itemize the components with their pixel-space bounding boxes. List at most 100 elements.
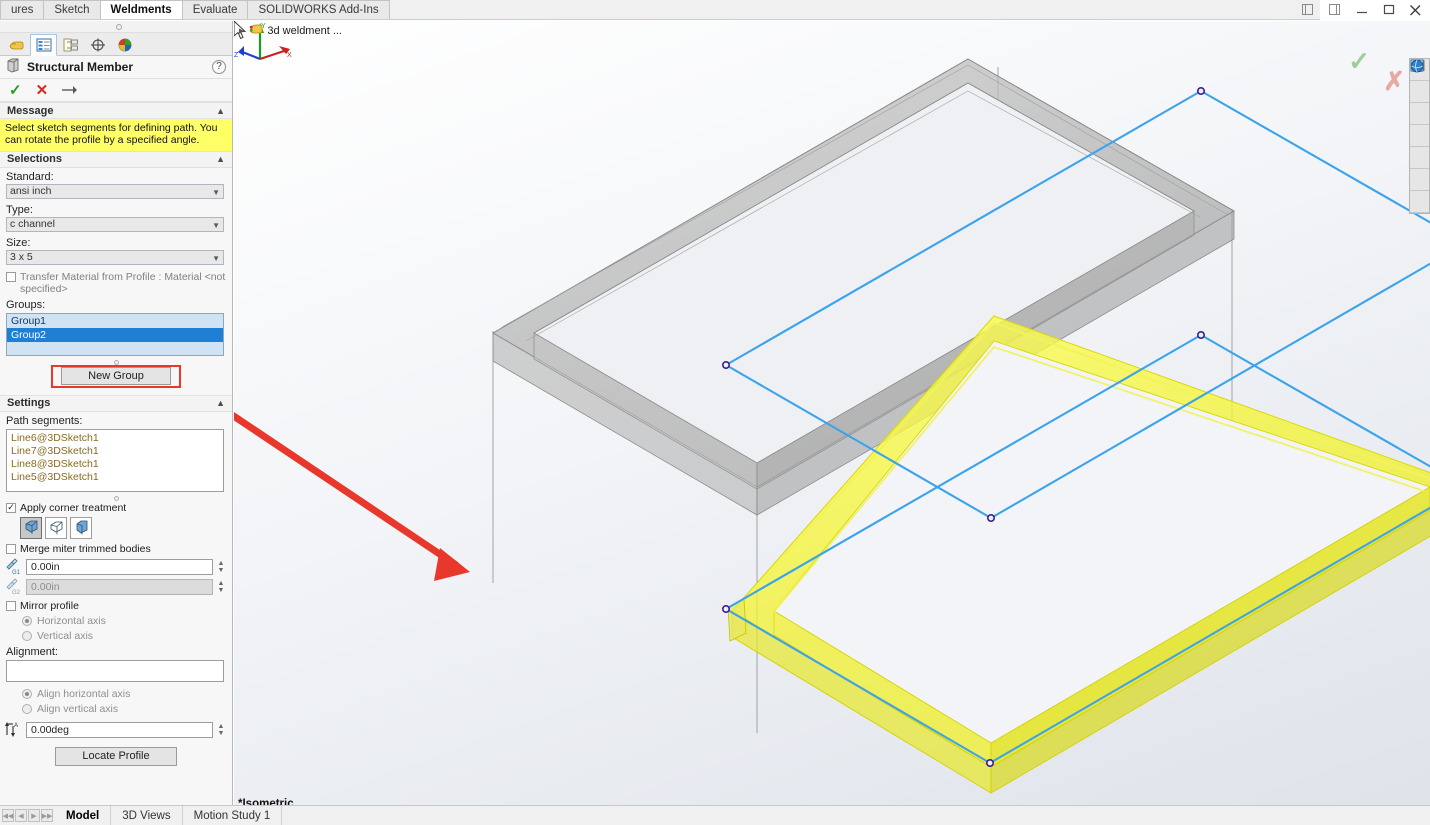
chevron-up-icon[interactable]: ▲ — [216, 106, 225, 116]
tab-evaluate[interactable]: Evaluate — [181, 0, 249, 19]
merge-miter-row[interactable]: Merge miter trimmed bodies — [0, 539, 232, 556]
feature-tree-flyout[interactable]: ▶ 3d weldment ... — [234, 21, 354, 41]
command-manager-tabs: ures Sketch Weldments Evaluate SOLIDWORK… — [0, 0, 1320, 20]
last-icon[interactable]: ▶▶ — [41, 809, 53, 822]
tab-model[interactable]: Model — [55, 806, 112, 825]
type-select-wrap: c channel ▼ — [6, 216, 224, 232]
groups-resize-grip[interactable] — [0, 356, 232, 365]
custom-properties-icon[interactable] — [1410, 59, 1429, 191]
size-label: Size: — [6, 236, 31, 249]
solidworks-forum-icon[interactable] — [1410, 59, 1429, 213]
size-select[interactable]: 3 x 5 ▼ — [6, 249, 224, 265]
weldment-model[interactable] — [234, 21, 1430, 805]
transfer-material-checkbox[interactable] — [6, 271, 16, 282]
rotation-angle-input[interactable]: 0.00deg — [26, 721, 213, 738]
alignment-selection-box[interactable] — [6, 660, 224, 683]
gap1-input[interactable]: 0.00in — [26, 558, 213, 575]
mirror-profile-checkbox[interactable] — [6, 601, 16, 611]
mirror-profile-row[interactable]: Mirror profile — [0, 596, 232, 613]
list-item-group1[interactable]: Group1 — [7, 313, 223, 328]
chevron-down-icon[interactable]: ▼ — [212, 219, 220, 232]
merge-miter-label: Merge miter trimmed bodies — [20, 542, 151, 555]
apply-corner-treatment-row[interactable]: Apply corner treatment — [0, 501, 232, 515]
design-library-icon[interactable] — [1410, 59, 1429, 103]
standard-select[interactable]: ansi inch ▼ — [6, 183, 224, 199]
previous-icon[interactable]: ◀ — [15, 809, 27, 822]
panel-pin-dot[interactable] — [116, 24, 122, 30]
mirror-horizontal-row[interactable]: Horizontal axis — [0, 613, 232, 628]
list-item[interactable]: Line6@3DSketch1 — [11, 432, 219, 445]
end-butt1-icon[interactable] — [45, 516, 67, 539]
feature-tree-root-label[interactable]: 3d weldment ... — [267, 25, 342, 37]
minimize-icon[interactable] — [1353, 2, 1370, 17]
apply-corner-treatment-checkbox[interactable] — [6, 502, 16, 513]
list-item[interactable]: Line8@3DSketch1 — [11, 458, 219, 471]
file-explorer-icon[interactable] — [1410, 61, 1429, 125]
help-icon[interactable]: ? — [212, 60, 226, 74]
maximize-icon[interactable] — [1380, 2, 1397, 17]
mirror-vertical-row[interactable]: Vertical axis — [0, 628, 232, 643]
align-vertical-radio[interactable] — [22, 704, 32, 715]
message-section-header[interactable]: Message ▲ — [0, 102, 232, 119]
structural-member-icon — [6, 58, 20, 76]
gap1-stepper[interactable]: ▲ ▼ — [216, 560, 226, 574]
merge-miter-checkbox[interactable] — [6, 543, 16, 554]
restore-right-icon[interactable] — [1326, 2, 1343, 17]
close-icon[interactable] — [1407, 2, 1424, 17]
view-palette-icon[interactable] — [1410, 60, 1429, 147]
restore-left-icon[interactable] — [1299, 2, 1316, 17]
new-group-button[interactable]: New Group — [61, 366, 171, 385]
next-icon[interactable]: ▶ — [28, 809, 40, 822]
svg-text:G2: G2 — [12, 590, 21, 595]
chevron-up-icon[interactable]: ▲ — [216, 398, 225, 408]
mirror-vertical-radio[interactable] — [22, 631, 32, 642]
type-select[interactable]: c channel ▼ — [6, 216, 224, 232]
groups-listbox[interactable]: Group1 Group2 — [6, 312, 224, 356]
settings-section-label: Settings — [7, 397, 51, 410]
dimxpert-manager-tab[interactable] — [84, 34, 111, 56]
graphics-viewport[interactable]: ▼ ▼ ▼ ▼ ▼ ✓ ✗ — [234, 21, 1430, 805]
keep-visible-pin-button[interactable] — [62, 83, 78, 98]
chevron-down-icon[interactable]: ▼ — [212, 252, 220, 265]
tab-features[interactable]: ures — [0, 0, 45, 19]
svg-text:Z: Z — [234, 52, 239, 59]
feature-manager-tab[interactable] — [3, 34, 30, 56]
list-item-group2[interactable]: Group2 — [7, 327, 223, 342]
selections-section-header[interactable]: Selections ▲ — [0, 150, 232, 168]
apply-corner-treatment-label: Apply corner treatment — [20, 501, 127, 514]
path-segments-resize-grip[interactable] — [0, 492, 232, 501]
align-horizontal-radio[interactable] — [22, 689, 32, 700]
tab-solidworks-add-ins[interactable]: SOLIDWORKS Add-Ins — [247, 0, 390, 19]
accept-button[interactable]: ✓ — [9, 83, 22, 98]
page-title: Structural Member — [27, 60, 134, 74]
tab-weldments[interactable]: Weldments — [99, 0, 183, 19]
configuration-manager-tab[interactable] — [57, 34, 84, 56]
end-miter-icon[interactable] — [20, 516, 42, 539]
align-vertical-row[interactable]: Align vertical axis — [0, 701, 232, 716]
tab-3d-views[interactable]: 3D Views — [111, 806, 183, 825]
cancel-button[interactable]: ✕ — [36, 83, 49, 98]
property-manager-tab[interactable] — [30, 34, 57, 56]
first-icon[interactable]: ◀◀ — [2, 809, 14, 822]
settings-section-header[interactable]: Settings ▲ — [0, 394, 232, 412]
locate-profile-button[interactable]: Locate Profile — [55, 747, 177, 767]
chevron-right-icon[interactable]: ▶ — [239, 27, 244, 35]
transfer-material-row[interactable]: Transfer Material from Profile : Materia… — [0, 267, 232, 296]
path-segments-listbox[interactable]: Line6@3DSketch1 Line7@3DSketch1 Line8@3D… — [6, 428, 224, 492]
rotation-angle-stepper[interactable]: ▲ ▼ — [216, 723, 226, 737]
size-select-wrap: 3 x 5 ▼ — [6, 249, 224, 265]
chevron-down-icon[interactable]: ▼ — [212, 186, 220, 199]
display-manager-tab[interactable] — [111, 34, 138, 56]
chevron-up-icon[interactable]: ▲ — [216, 154, 225, 164]
panel-collapse-handle[interactable] — [0, 21, 232, 33]
alignment-label: Alignment: — [6, 646, 58, 659]
list-item[interactable]: Line7@3DSketch1 — [11, 445, 219, 458]
list-item[interactable]: Line5@3DSketch1 — [11, 471, 219, 484]
tab-motion-study-1[interactable]: Motion Study 1 — [183, 806, 283, 825]
end-butt2-icon[interactable] — [70, 516, 92, 539]
gap-g2-icon: G2 — [4, 578, 23, 596]
mirror-horizontal-radio[interactable] — [22, 616, 32, 627]
align-horizontal-row[interactable]: Align horizontal axis — [0, 682, 232, 701]
tab-sketch[interactable]: Sketch — [43, 0, 101, 19]
appearances-scenes-icon[interactable] — [1410, 59, 1429, 169]
